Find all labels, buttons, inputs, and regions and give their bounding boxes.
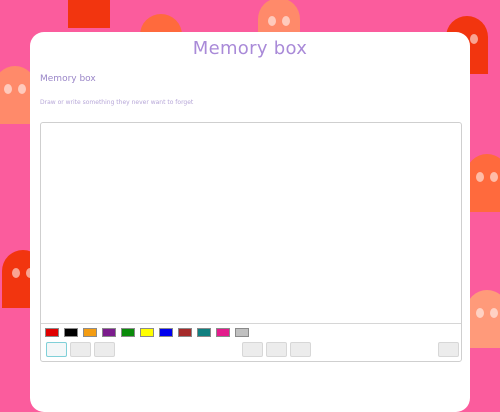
color-swatch-orange[interactable]	[83, 328, 97, 337]
size-medium-button[interactable]	[266, 342, 287, 357]
page-title: Memory box	[192, 38, 308, 59]
ghost-icon	[68, 0, 110, 28]
color-swatch-teal[interactable]	[197, 328, 211, 337]
section-title: Memory box	[40, 74, 96, 84]
ghost-icon	[466, 154, 500, 212]
pen-tool-button[interactable]	[46, 342, 67, 357]
color-swatch-silver[interactable]	[235, 328, 249, 337]
color-swatch-brown[interactable]	[178, 328, 192, 337]
section-hint: Draw or write something they never want …	[40, 99, 194, 106]
color-palette	[45, 328, 249, 337]
size-small-button[interactable]	[242, 342, 263, 357]
color-swatch-red[interactable]	[45, 328, 59, 337]
drawing-canvas[interactable]	[41, 123, 461, 324]
memory-box-card: Memory box Memory box Draw or write some…	[30, 32, 470, 412]
clear-button[interactable]	[438, 342, 459, 357]
text-tool-button[interactable]	[70, 342, 91, 357]
drawing-pad	[40, 122, 462, 362]
color-swatch-magenta[interactable]	[216, 328, 230, 337]
color-swatch-purple[interactable]	[102, 328, 116, 337]
size-large-button[interactable]	[290, 342, 311, 357]
color-swatch-green[interactable]	[121, 328, 135, 337]
eraser-tool-button[interactable]	[94, 342, 115, 357]
color-swatch-blue[interactable]	[159, 328, 173, 337]
color-swatch-yellow[interactable]	[140, 328, 154, 337]
ghost-icon	[466, 290, 500, 348]
color-swatch-black[interactable]	[64, 328, 78, 337]
drawing-toolbar	[44, 342, 459, 358]
